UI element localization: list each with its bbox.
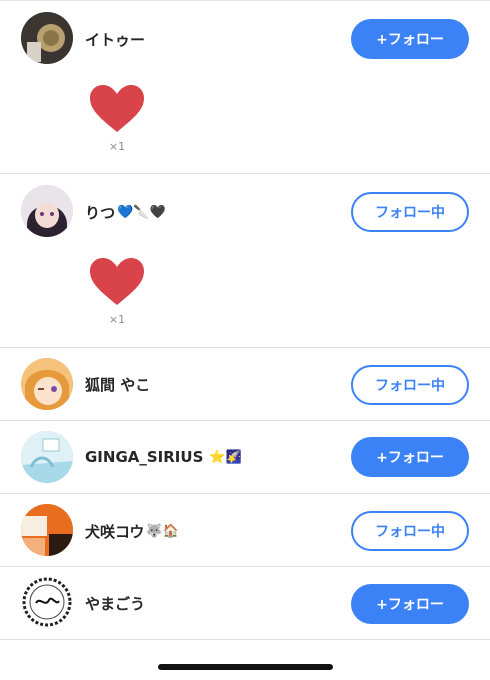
follow-button[interactable]: +フォロー [351, 437, 469, 477]
list-item: イトゥー +フォロー ×1 [0, 0, 490, 174]
heart-icon [90, 258, 144, 305]
reaction-count: ×1 [108, 140, 126, 153]
reaction: ×1 [88, 257, 146, 326]
username[interactable]: GINGA_SIRIUS ⭐🌠 [85, 448, 242, 466]
avatar[interactable] [21, 12, 73, 64]
list-item: りつ 💙🔪🖤 フォロー中 ×1 [0, 174, 490, 348]
avatar[interactable] [21, 576, 73, 628]
username[interactable]: やまごう [85, 593, 145, 614]
list-item: GINGA_SIRIUS ⭐🌠 +フォロー [0, 421, 490, 494]
reaction: ×1 [88, 84, 146, 153]
following-button[interactable]: フォロー中 [351, 365, 469, 405]
avatar[interactable] [21, 185, 73, 237]
heart-icon [90, 85, 144, 132]
list-item: 犬咲コウ 🐺🏠 フォロー中 [0, 494, 490, 567]
list-item: 狐間 やこ フォロー中 [0, 348, 490, 421]
reaction-count: ×1 [108, 313, 126, 326]
avatar[interactable] [21, 504, 73, 556]
follow-button[interactable]: +フォロー [351, 19, 469, 59]
avatar[interactable] [21, 431, 73, 483]
following-button[interactable]: フォロー中 [351, 192, 469, 232]
username[interactable]: イトゥー [85, 29, 145, 50]
avatar[interactable] [21, 358, 73, 410]
divider [0, 639, 490, 640]
username[interactable]: 犬咲コウ 🐺🏠 [85, 521, 179, 542]
username[interactable]: 狐間 やこ [85, 374, 150, 395]
following-button[interactable]: フォロー中 [351, 511, 469, 551]
username[interactable]: りつ 💙🔪🖤 [85, 202, 166, 223]
home-indicator[interactable] [158, 664, 333, 670]
list-item: やまごう +フォロー [0, 567, 490, 640]
follow-button[interactable]: +フォロー [351, 584, 469, 624]
